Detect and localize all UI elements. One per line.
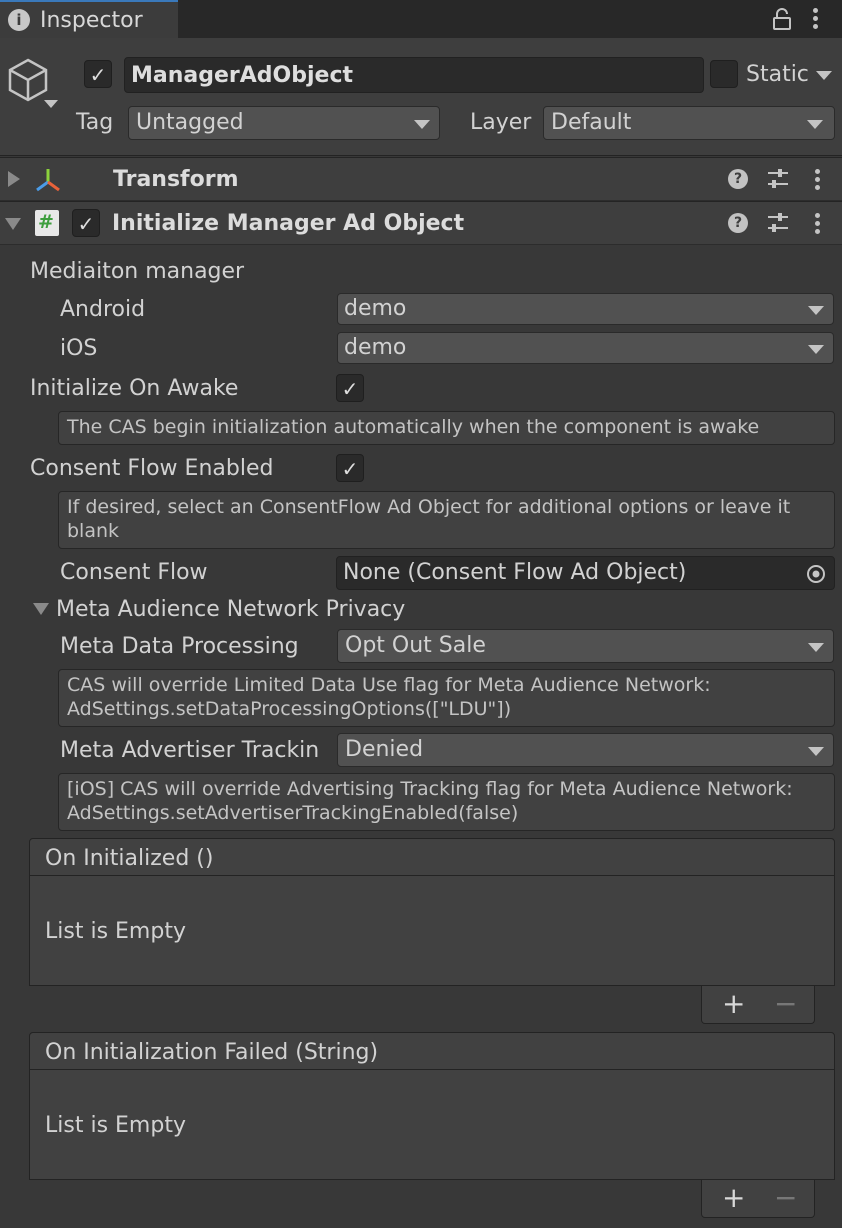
chevron-down-icon (808, 747, 824, 756)
init-on-awake-checkbox[interactable]: ✓ (336, 374, 364, 402)
script-component-header[interactable]: # ✓ Initialize Manager Ad Object ? (0, 201, 842, 245)
chevron-down-icon (414, 120, 430, 129)
meta-processing-help-text: CAS will override Limited Data Use flag … (67, 674, 711, 720)
tag-value: Untagged (136, 110, 244, 135)
on-initialized-title: On Initialized () (45, 846, 214, 871)
on-init-failed-empty-text: List is Empty (45, 1113, 186, 1138)
android-label: Android (60, 297, 146, 322)
script-title: Initialize Manager Ad Object (112, 211, 465, 236)
layer-label: Layer (470, 110, 532, 135)
meta-section-label[interactable]: Meta Audience Network Privacy (56, 599, 405, 621)
consent-flow-object-field[interactable]: None (Consent Flow Ad Object) (336, 556, 835, 590)
chevron-down-icon (808, 643, 824, 652)
meta-processing-label: Meta Data Processing (60, 634, 299, 659)
add-item-button[interactable]: + (722, 1184, 745, 1212)
tab-label: Inspector (40, 8, 143, 33)
add-item-button[interactable]: + (722, 990, 745, 1018)
object-name-text: ManagerAdObject (131, 63, 354, 88)
meta-tracking-help-text: [iOS] CAS will override Advertising Trac… (67, 778, 793, 824)
component-enabled-checkbox[interactable]: ✓ (72, 209, 100, 237)
meta-processing-dropdown[interactable]: Opt Out Sale (337, 629, 834, 663)
foldout-arrow-icon[interactable] (8, 171, 20, 187)
tag-dropdown[interactable]: Untagged (128, 106, 440, 140)
meta-processing-value: Opt Out Sale (345, 633, 486, 658)
init-on-awake-label: Initialize On Awake (30, 376, 239, 401)
layer-value: Default (551, 110, 632, 135)
consent-flow-label: Consent Flow (60, 560, 208, 585)
settings-sliders-icon[interactable] (766, 168, 790, 190)
help-icon[interactable]: ? (728, 169, 748, 189)
on-initialized-list: List is Empty (29, 876, 835, 986)
consent-flow-value: None (Consent Flow Ad Object) (343, 560, 687, 585)
consent-help-text: If desired, select an ConsentFlow Ad Obj… (67, 496, 791, 542)
on-initialized-list-footer: + − (701, 986, 815, 1024)
on-init-failed-list-footer: + − (701, 1180, 815, 1218)
on-init-failed-list: List is Empty (29, 1070, 835, 1180)
remove-item-button[interactable]: − (774, 990, 797, 1018)
icon-dropdown-caret[interactable] (44, 100, 58, 108)
transform-title: Transform (113, 167, 239, 192)
ios-value: demo (344, 335, 407, 360)
meta-tracking-label-clip: Meta Advertiser Trackin (60, 734, 334, 766)
meta-section-foldout-icon[interactable] (33, 603, 49, 615)
consent-enabled-checkbox[interactable]: ✓ (336, 454, 364, 482)
consent-help-box: If desired, select an ConsentFlow Ad Obj… (58, 491, 835, 549)
android-value: demo (344, 296, 407, 321)
info-icon: i (8, 9, 30, 31)
component-menu-icon[interactable] (815, 169, 821, 193)
gameobject-cube-icon (8, 58, 48, 102)
init-help-box: The CAS begin initialization automatical… (58, 411, 835, 445)
transform-component-header[interactable]: Transform ? (0, 157, 842, 201)
active-checkbox[interactable]: ✓ (84, 60, 112, 88)
tab-menu-icon[interactable] (813, 8, 819, 32)
meta-tracking-label: Meta Advertiser Trackin (60, 738, 320, 763)
meta-tracking-help-box: [iOS] CAS will override Advertising Trac… (58, 773, 835, 831)
transform-axis-icon (36, 169, 60, 192)
object-name-input[interactable]: ManagerAdObject (124, 57, 704, 93)
meta-tracking-value: Denied (345, 737, 424, 762)
object-picker-icon[interactable] (806, 564, 826, 584)
meta-tracking-dropdown[interactable]: Denied (337, 733, 834, 767)
ios-label: iOS (60, 336, 98, 361)
chevron-down-icon (808, 345, 824, 354)
layer-dropdown[interactable]: Default (543, 106, 835, 140)
on-initialized-empty-text: List is Empty (45, 919, 186, 944)
chevron-down-icon (808, 306, 824, 315)
consent-enabled-label: Consent Flow Enabled (30, 456, 274, 481)
init-help-text: The CAS begin initialization automatical… (67, 416, 760, 438)
tag-label: Tag (76, 110, 114, 135)
ios-dropdown[interactable]: demo (337, 332, 834, 364)
static-label[interactable]: Static (746, 64, 809, 86)
foldout-arrow-icon[interactable] (5, 218, 21, 230)
lock-icon[interactable] (772, 8, 792, 30)
on-init-failed-title: On Initialization Failed (String) (45, 1040, 379, 1065)
static-dropdown-caret[interactable] (816, 71, 832, 80)
on-initialized-event-header: On Initialized () (29, 838, 835, 876)
script-file-icon: # (35, 210, 59, 236)
remove-item-button[interactable]: − (774, 1184, 797, 1212)
mediation-header: Mediaiton manager (30, 259, 245, 284)
component-menu-icon[interactable] (815, 213, 821, 237)
static-checkbox[interactable] (710, 60, 738, 88)
on-init-failed-event-header: On Initialization Failed (String) (29, 1032, 835, 1070)
help-icon[interactable]: ? (728, 213, 748, 233)
tab-inspector[interactable]: i Inspector (0, 0, 178, 38)
chevron-down-icon (807, 120, 823, 129)
settings-sliders-icon[interactable] (766, 212, 790, 234)
android-dropdown[interactable]: demo (337, 293, 834, 325)
meta-processing-help-box: CAS will override Limited Data Use flag … (58, 669, 835, 727)
